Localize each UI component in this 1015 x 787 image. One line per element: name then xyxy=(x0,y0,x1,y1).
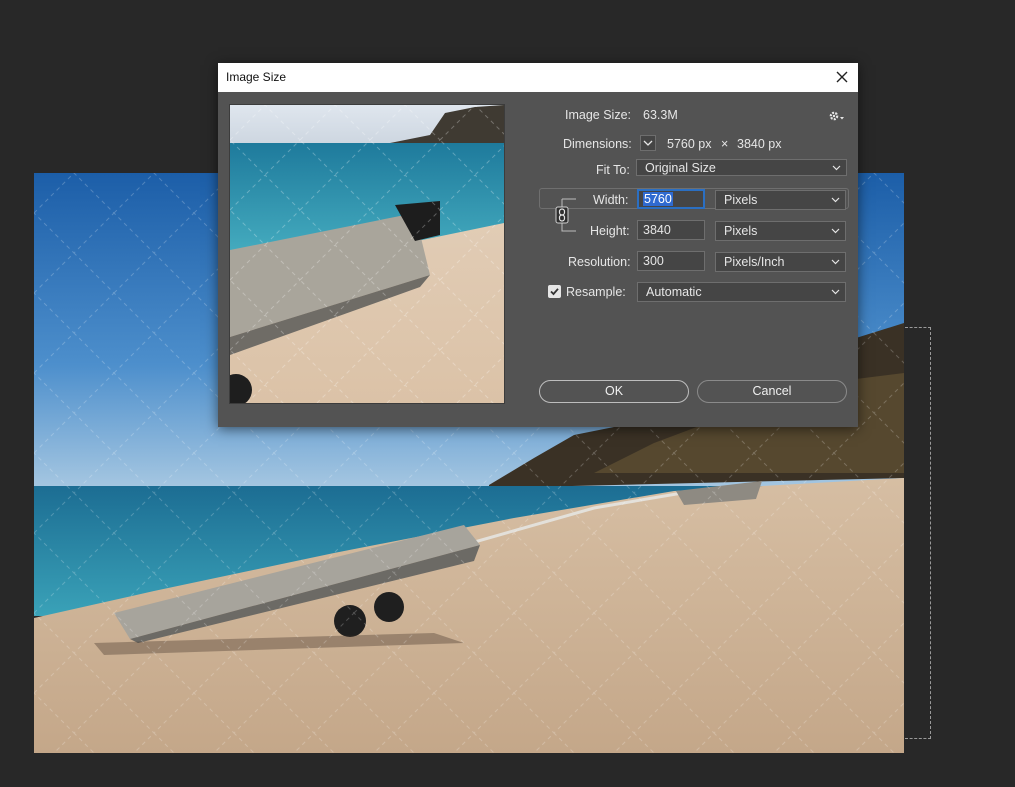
chain-link-icon[interactable] xyxy=(538,187,584,237)
resample-select[interactable]: Automatic xyxy=(637,282,846,302)
height-input[interactable]: 3840 xyxy=(637,220,705,240)
dimensions-width: 5760 px xyxy=(667,137,712,151)
height-unit-select[interactable]: Pixels xyxy=(715,221,846,241)
cancel-button[interactable]: Cancel xyxy=(697,380,847,403)
width-unit-value: Pixels xyxy=(724,193,758,207)
width-unit-select[interactable]: Pixels xyxy=(715,190,846,210)
dimensions-times: × xyxy=(721,137,729,151)
fit-to-label: Fit To: xyxy=(596,163,630,177)
width-input[interactable]: 5760 xyxy=(637,189,705,209)
width-label: Width: xyxy=(593,193,629,207)
crop-guide xyxy=(905,327,931,739)
resolution-input[interactable]: 300 xyxy=(637,251,705,271)
chevron-down-icon xyxy=(831,228,840,234)
chevron-down-icon xyxy=(831,197,840,203)
resolution-unit-select[interactable]: Pixels/Inch xyxy=(715,252,846,272)
resolution-unit-value: Pixels/Inch xyxy=(724,255,785,269)
resolution-label: Resolution: xyxy=(568,255,631,269)
chevron-down-icon xyxy=(831,259,840,265)
dialog-title: Image Size xyxy=(226,70,287,84)
fit-to-value: Original Size xyxy=(645,161,716,175)
image-size-value: 63.3M xyxy=(643,108,678,122)
gear-icon[interactable] xyxy=(828,109,846,123)
ok-button[interactable]: OK xyxy=(539,380,689,403)
height-label: Height: xyxy=(590,224,630,238)
dimensions-label: Dimensions: xyxy=(563,137,632,151)
resample-checkbox[interactable] xyxy=(548,285,561,298)
dimensions-height: 3840 px xyxy=(737,137,782,151)
chevron-down-icon xyxy=(832,165,841,171)
image-size-label: Image Size: xyxy=(565,108,632,122)
image-size-dialog: Image Size Image Size: 63.3M Dimensions:… xyxy=(218,63,858,427)
resolution-value: 300 xyxy=(643,254,664,268)
dialog-titlebar[interactable]: Image Size xyxy=(218,63,858,92)
chevron-down-icon[interactable] xyxy=(640,135,656,151)
fit-to-select[interactable]: Original Size xyxy=(636,159,847,176)
image-preview[interactable] xyxy=(229,104,505,404)
close-icon[interactable] xyxy=(832,67,852,87)
chevron-down-icon xyxy=(831,289,840,295)
resample-value: Automatic xyxy=(646,285,702,299)
height-value: 3840 xyxy=(643,223,671,237)
checkmark-icon xyxy=(550,288,559,296)
width-value: 5760 xyxy=(643,192,673,206)
resample-label: Resample: xyxy=(566,285,626,299)
height-unit-value: Pixels xyxy=(724,224,758,238)
